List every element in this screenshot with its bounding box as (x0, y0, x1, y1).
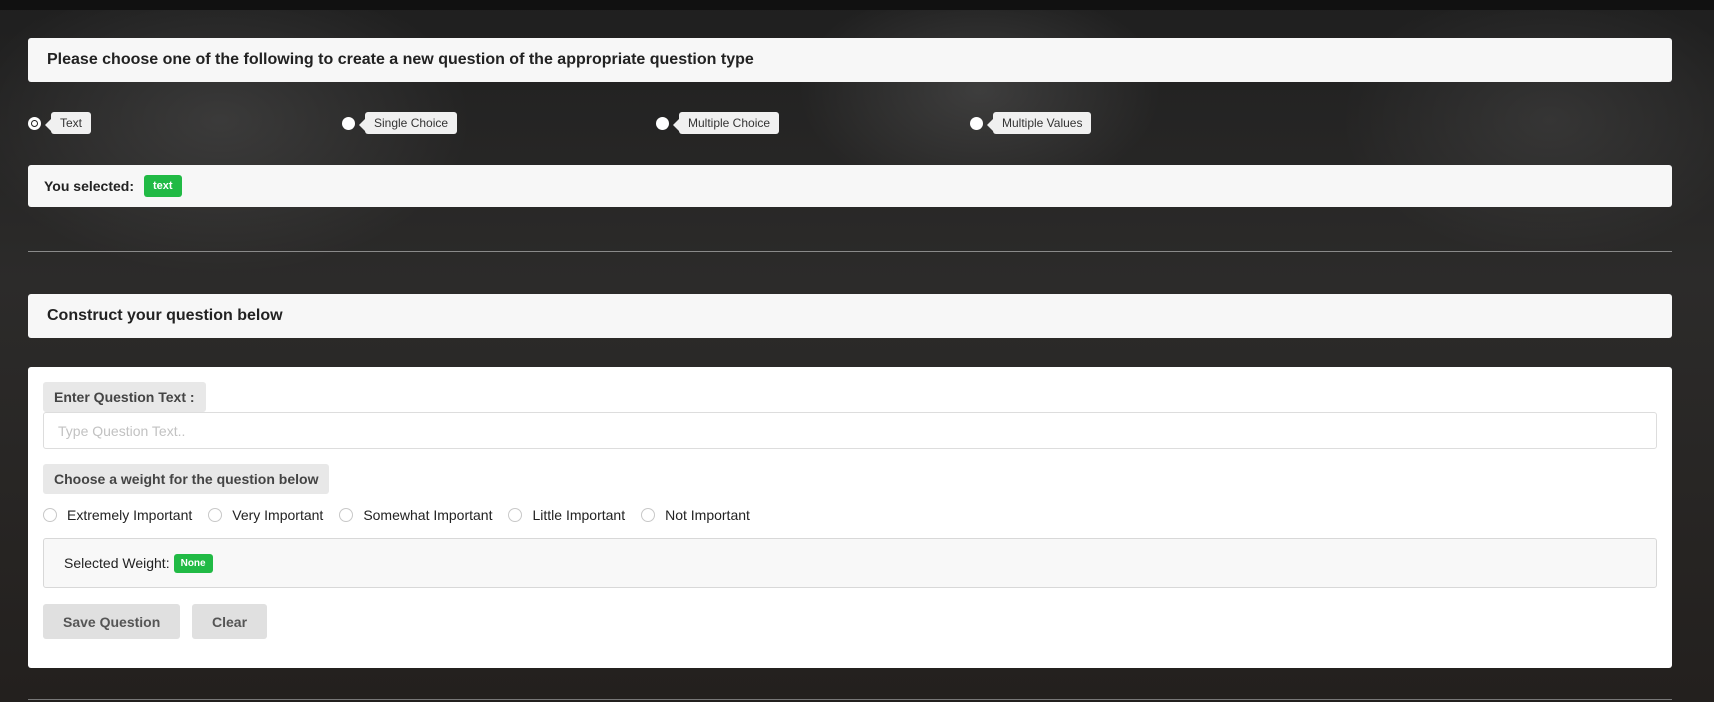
radio-option-multiple-choice[interactable]: Multiple Choice (656, 110, 780, 136)
weight-option-label: Little Important (532, 507, 626, 523)
weight-option-very-important[interactable]: Very Important (208, 507, 323, 523)
weight-option-little-important[interactable]: Little Important (508, 507, 625, 523)
radio-option-text[interactable]: Text (28, 110, 92, 136)
radio-unchecked-icon[interactable] (641, 508, 656, 522)
weight-option-label: Very Important (232, 507, 324, 523)
weight-options: Extremely Important Very Important Somew… (43, 507, 766, 523)
question-type-title: Please choose one of the following to cr… (47, 51, 754, 68)
section-divider (28, 251, 1672, 252)
question-text-label: Enter Question Text : (43, 382, 206, 412)
radio-label-multiple-values: Multiple Values (986, 112, 1092, 134)
selection-label: You selected: (44, 178, 134, 194)
selected-weight-badge: None (173, 553, 213, 573)
selection-panel: You selected: text (28, 165, 1672, 207)
weight-label: Choose a weight for the question below (43, 464, 330, 494)
radio-label-text: Text (44, 112, 92, 134)
radio-option-single-choice[interactable]: Single Choice (342, 110, 458, 136)
question-text-input[interactable] (43, 412, 1657, 449)
construct-title: Construct your question below (47, 307, 283, 324)
radio-option-multiple-values[interactable]: Multiple Values (970, 110, 1092, 136)
radio-unchecked-icon[interactable] (208, 508, 223, 522)
weight-option-label: Not Important (665, 507, 750, 523)
radio-unchecked-icon[interactable] (339, 508, 354, 522)
radio-unchecked-icon[interactable] (43, 508, 57, 522)
weight-option-not-important[interactable]: Not Important (641, 507, 750, 523)
clear-button[interactable]: Clear (192, 604, 268, 639)
radio-unchecked-icon[interactable] (656, 116, 669, 130)
selection-badge: text (144, 175, 182, 197)
radio-unchecked-icon[interactable] (508, 508, 523, 522)
radio-label-multiple-choice: Multiple Choice (672, 112, 780, 134)
weight-option-extremely-important[interactable]: Extremely Important (43, 507, 192, 523)
top-bar (0, 0, 1714, 10)
radio-checked-icon[interactable] (28, 116, 41, 130)
question-form: Enter Question Text : Choose a weight fo… (28, 367, 1672, 668)
weight-option-label: Somewhat Important (363, 507, 493, 523)
selected-weight-label: Selected Weight: (64, 555, 170, 571)
radio-unchecked-icon[interactable] (342, 116, 355, 130)
weight-option-somewhat-important[interactable]: Somewhat Important (339, 507, 492, 523)
construct-header: Construct your question below (28, 294, 1672, 338)
question-type-header: Please choose one of the following to cr… (28, 38, 1672, 82)
selected-weight-box: Selected Weight: None (43, 538, 1657, 588)
radio-label-single-choice: Single Choice (358, 112, 458, 134)
weight-option-label: Extremely Important (67, 507, 193, 523)
bottom-divider (28, 699, 1672, 700)
radio-unchecked-icon[interactable] (970, 116, 983, 130)
save-question-button[interactable]: Save Question (43, 604, 181, 639)
